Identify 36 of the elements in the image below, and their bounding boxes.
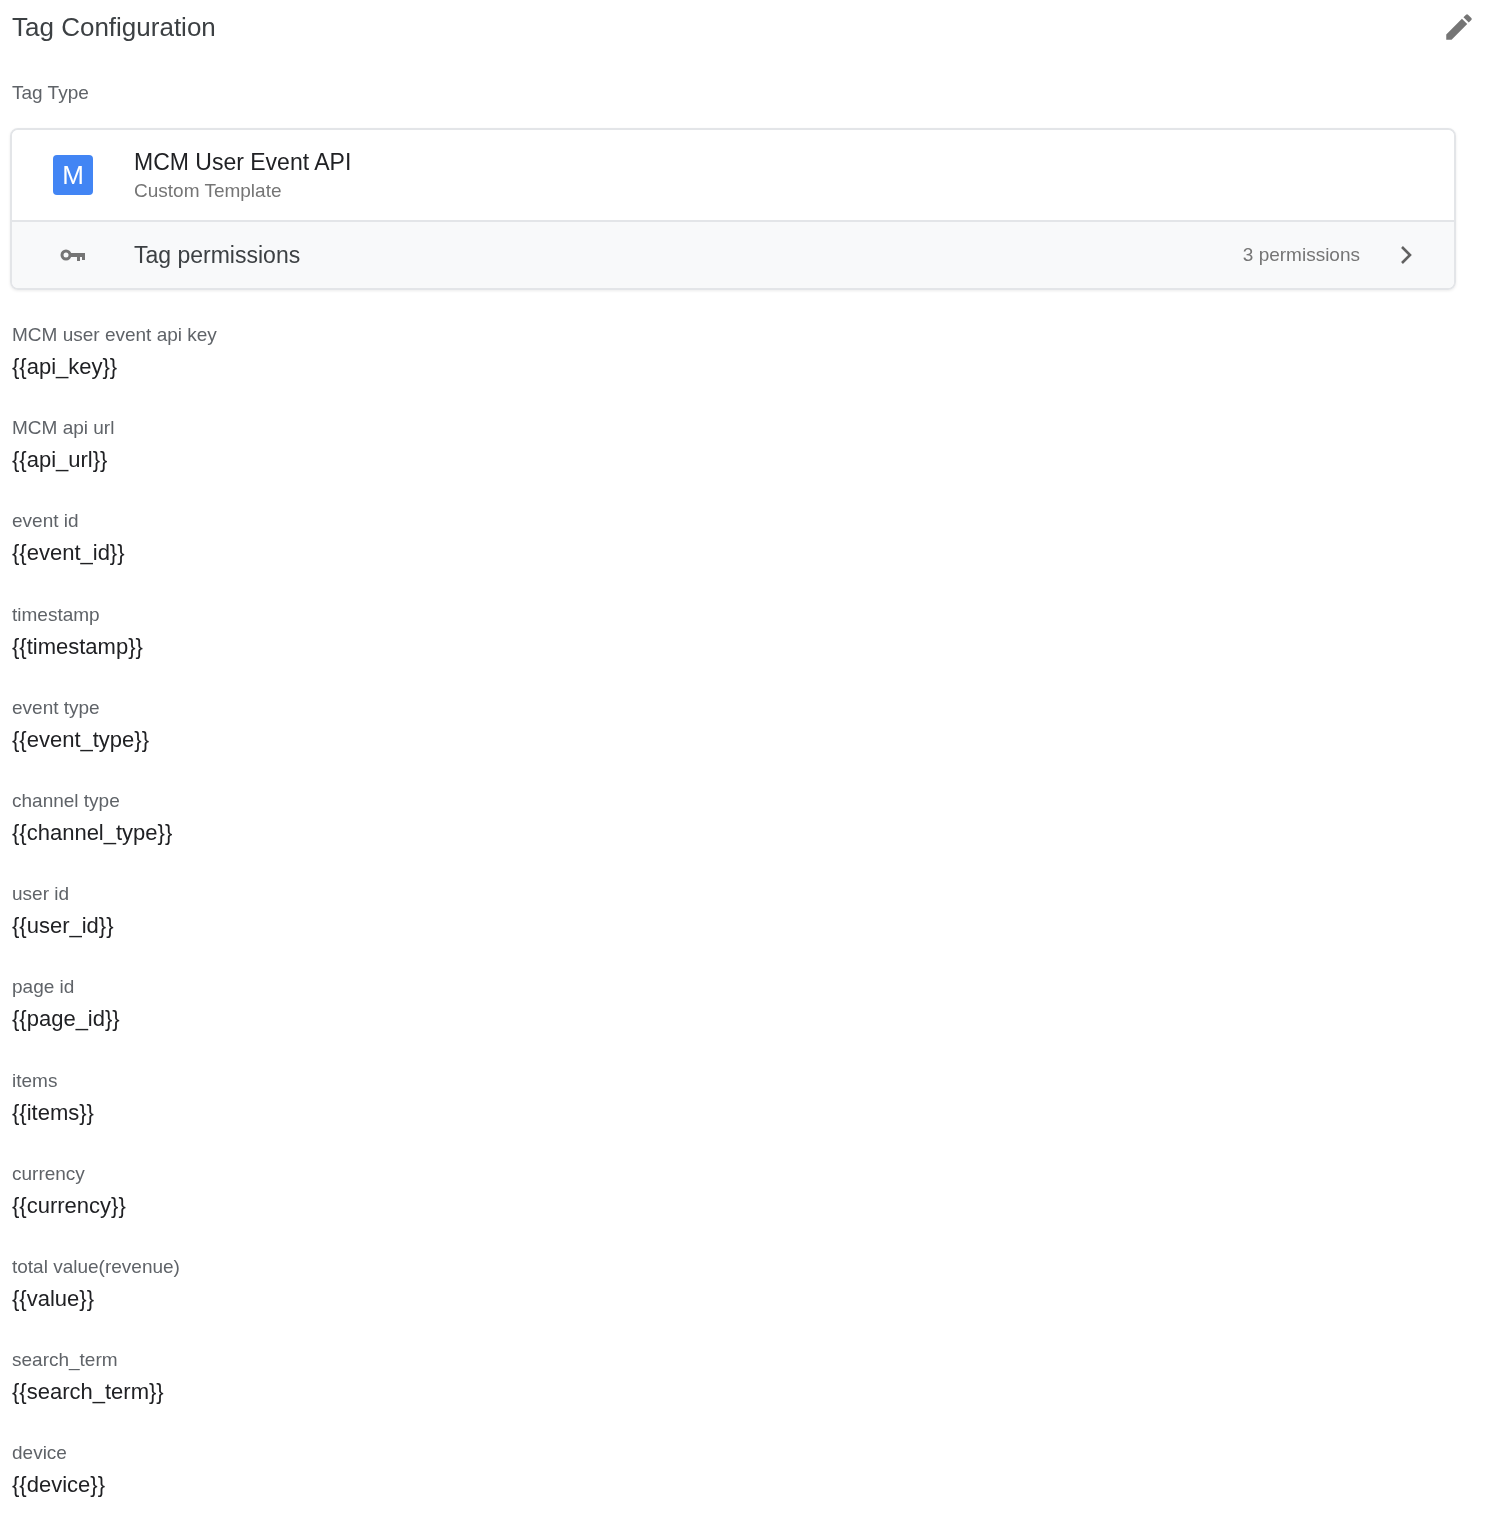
tag-type-subtitle: Custom Template xyxy=(134,179,283,202)
field-value: {{currency}} xyxy=(12,1192,127,1219)
field-label: channel type xyxy=(12,789,121,812)
key-icon xyxy=(60,248,86,262)
field-value: {{timestamp}} xyxy=(12,633,144,660)
field-label: total value(revenue) xyxy=(12,1255,181,1278)
field-label: device xyxy=(12,1442,68,1465)
template-logo-icon: M xyxy=(53,155,93,195)
section-title: Tag Configuration xyxy=(12,11,216,43)
field-label: event type xyxy=(12,696,101,719)
field-label: items xyxy=(12,1069,59,1092)
field-label: currency xyxy=(12,1162,86,1185)
permissions-count: 3 permissions xyxy=(1242,244,1360,266)
field-label: MCM user event api key xyxy=(12,324,218,346)
field-value: {{api_url}} xyxy=(12,447,109,474)
field-value: {{value}} xyxy=(12,1285,95,1312)
permissions-label: Tag permissions xyxy=(134,241,302,269)
field-label: MCM api url xyxy=(12,417,116,440)
field-label: search_term xyxy=(12,1349,119,1372)
field-value: {{search_term}} xyxy=(12,1379,165,1406)
field-label: timestamp xyxy=(12,603,101,626)
tag-type-name: MCM User Event API xyxy=(134,148,352,176)
field-value: {{event_id}} xyxy=(12,540,126,567)
field-value: {{page_id}} xyxy=(12,1006,121,1033)
chevron-right-icon xyxy=(1400,245,1412,265)
field-value: {{items}} xyxy=(12,1099,95,1126)
permissions-row[interactable]: Tag permissions 3 permissions xyxy=(12,222,1454,288)
field-value: {{event_type}} xyxy=(12,726,151,753)
field-value: {{api_key}} xyxy=(12,354,119,380)
field-label: user id xyxy=(12,883,71,906)
tag-type-label: Tag Type xyxy=(12,82,90,104)
field-value: {{device}} xyxy=(12,1472,106,1499)
field-label: event id xyxy=(12,510,80,533)
field-value: {{channel_type}} xyxy=(12,819,174,846)
field-label: page id xyxy=(12,976,76,999)
field-value: {{user_id}} xyxy=(12,913,115,940)
